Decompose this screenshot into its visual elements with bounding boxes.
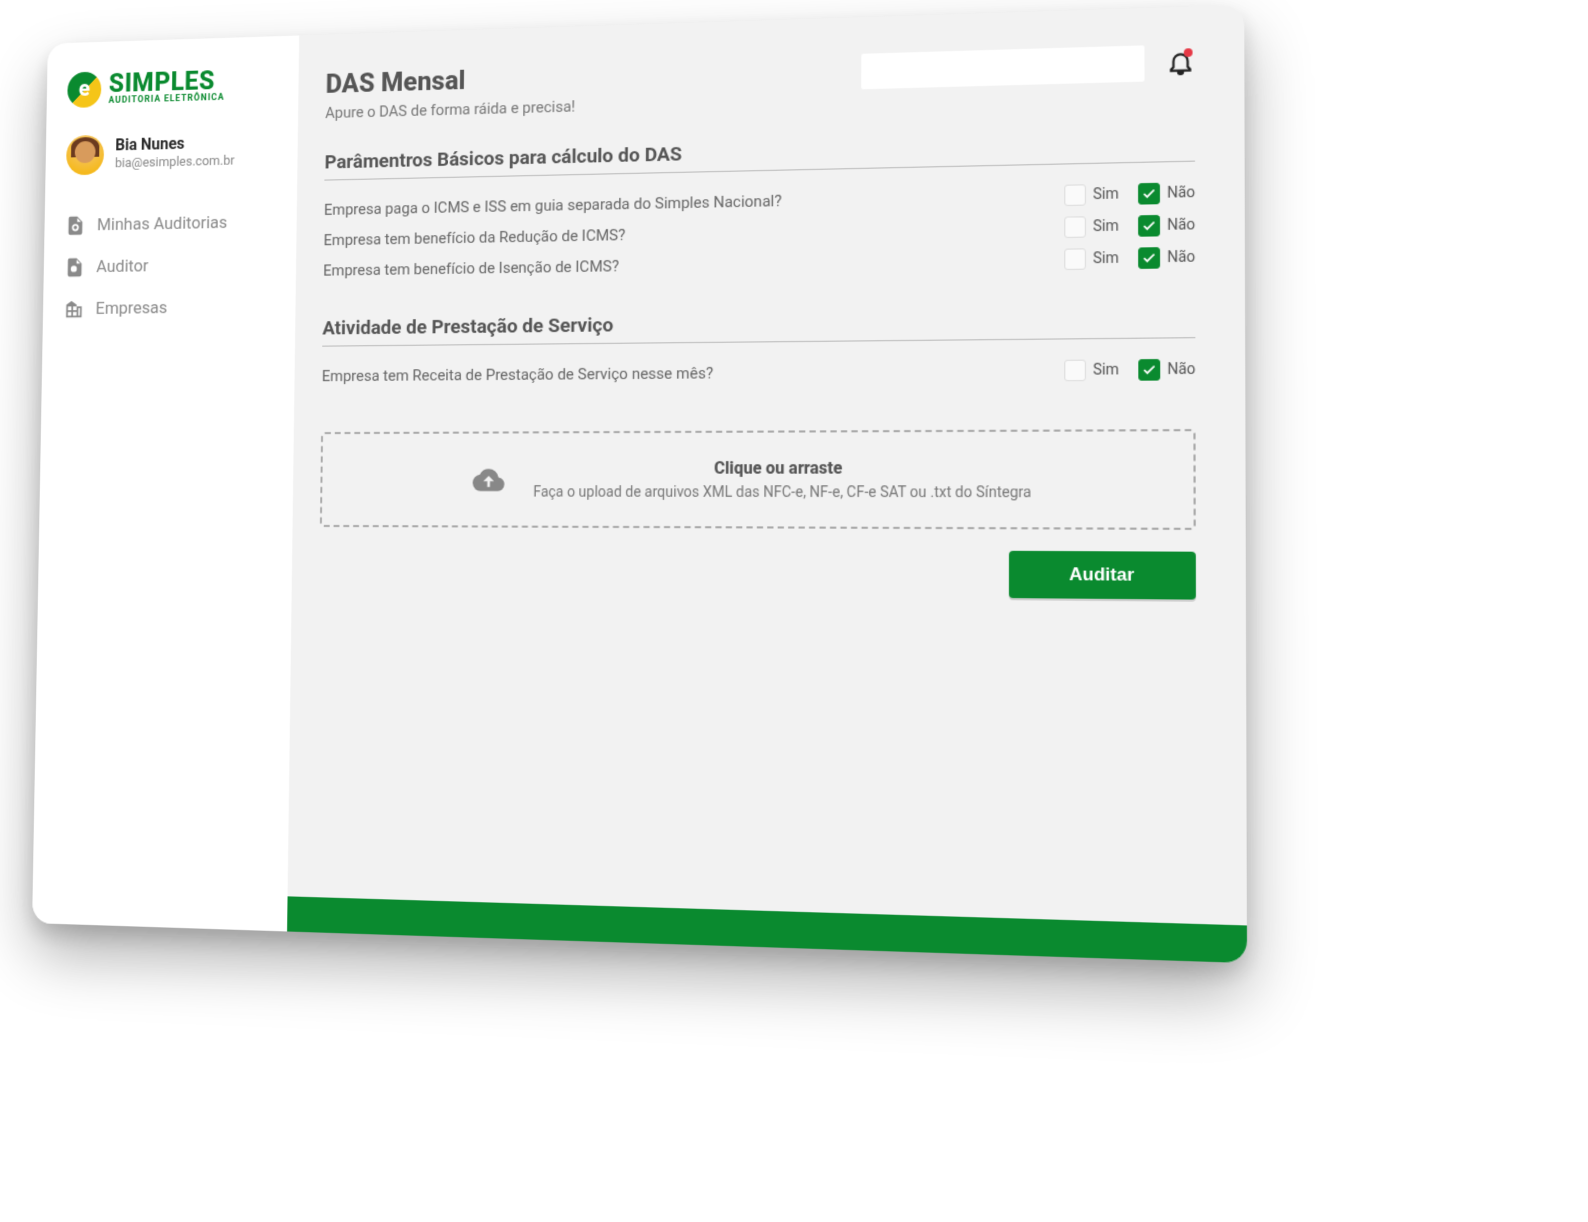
footer-bar: [287, 896, 1247, 963]
sidebar-item-auditor[interactable]: Auditor: [64, 243, 275, 288]
checkbox-sim[interactable]: [1065, 216, 1087, 238]
checkbox-nao[interactable]: [1139, 247, 1161, 269]
notifications-button[interactable]: [1166, 48, 1195, 77]
question-text: Empresa paga o ICMS e ISS em guia separa…: [324, 192, 782, 219]
app-window: SIMPLES AUDITORIA ELETRÔNICA Bia Nunes b…: [32, 5, 1247, 963]
avatar: [66, 135, 104, 176]
brand-logo: SIMPLES AUDITORIA ELETRÔNICA: [67, 66, 277, 108]
sidebar-item-empresas[interactable]: Empresas: [63, 285, 274, 330]
cloud-upload-icon: [469, 463, 509, 496]
section-title-basic: Parâmentros Básicos para cálculo do DAS: [324, 129, 1195, 180]
checkbox-nao[interactable]: [1139, 359, 1161, 381]
option-label: Sim: [1093, 362, 1119, 379]
checkbox-sim[interactable]: [1065, 184, 1087, 206]
auditar-button[interactable]: Auditar: [1008, 551, 1196, 600]
dropzone-title: Clique ou arraste: [533, 457, 1031, 477]
option-label: Sim: [1093, 186, 1119, 204]
sidebar-item-label: Empresas: [95, 298, 167, 319]
user-email: bia@esimples.com.br: [115, 153, 235, 173]
option-label: Sim: [1093, 218, 1119, 236]
sidebar-item-label: Minhas Auditorias: [97, 213, 228, 235]
question-text: Empresa tem Receita de Prestação de Serv…: [322, 364, 713, 386]
sidebar: SIMPLES AUDITORIA ELETRÔNICA Bia Nunes b…: [32, 35, 299, 931]
sidebar-item-label: Auditor: [96, 256, 148, 277]
document-icon: [65, 215, 86, 237]
question-row: Empresa tem Receita de Prestação de Serv…: [322, 353, 1196, 391]
user-block[interactable]: Bia Nunes bia@esimples.com.br: [66, 130, 277, 175]
question-text: Empresa tem benefício da Redução de ICMS…: [324, 226, 626, 250]
main-content: DAS Mensal Apure o DAS de forma ráida e …: [287, 5, 1247, 963]
brand-tagline: AUDITORIA ELETRÔNICA: [108, 94, 224, 106]
question-text: Empresa tem benefício de Isenção de ICMS…: [323, 257, 619, 280]
option-label: Sim: [1093, 250, 1119, 268]
building-icon: [63, 298, 84, 320]
checkbox-sim[interactable]: [1065, 248, 1087, 270]
option-label: Não: [1167, 249, 1195, 267]
option-label: Não: [1167, 216, 1195, 234]
page-subtitle: Apure o DAS de forma ráida e precisa!: [325, 97, 575, 122]
checkbox-nao[interactable]: [1139, 215, 1161, 237]
user-name: Bia Nunes: [115, 133, 235, 157]
file-dropzone[interactable]: Clique ou arraste Faça o upload de arqui…: [320, 429, 1196, 530]
dropzone-subtitle: Faça o upload de arquivos XML das NFC-e,…: [533, 484, 1031, 501]
search-document-icon: [64, 256, 85, 278]
page-title: DAS Mensal: [325, 62, 575, 100]
logo-mark-icon: [67, 71, 101, 108]
sidebar-item-auditorias[interactable]: Minhas Auditorias: [65, 201, 276, 247]
option-label: Não: [1167, 361, 1195, 378]
option-label: Não: [1167, 184, 1195, 202]
checkbox-sim[interactable]: [1065, 360, 1087, 382]
search-input[interactable]: [861, 45, 1144, 89]
checkbox-nao[interactable]: [1139, 183, 1161, 205]
